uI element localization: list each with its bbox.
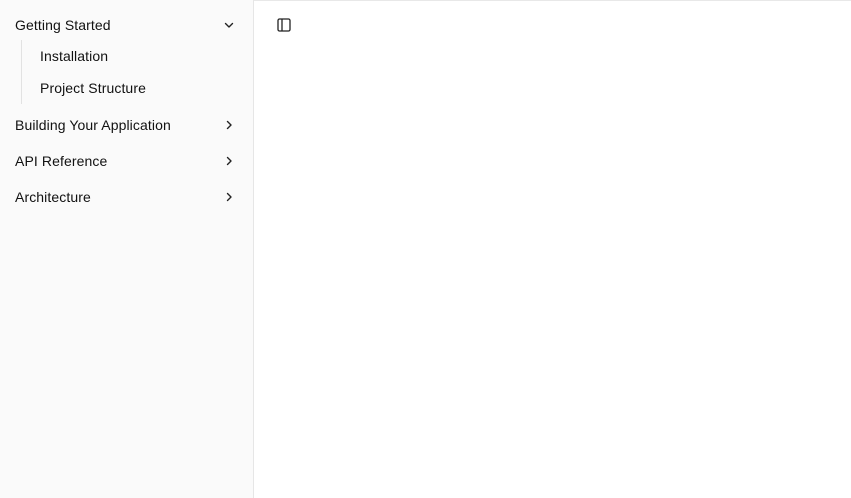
nav-section-label: Getting Started xyxy=(15,17,111,33)
nav-section-architecture[interactable]: Architecture xyxy=(15,185,239,209)
nav-item-project-structure[interactable]: Project Structure xyxy=(40,76,146,100)
nav-section-api-reference[interactable]: API Reference xyxy=(15,149,239,173)
nav-section-label: API Reference xyxy=(15,153,108,169)
main-content xyxy=(254,0,851,498)
chevron-right-icon xyxy=(222,118,236,132)
chevron-right-icon xyxy=(222,154,236,168)
nav-section-getting-started[interactable]: Getting Started xyxy=(15,13,239,37)
nav-item-installation[interactable]: Installation xyxy=(40,44,108,68)
nav-section-label: Building Your Application xyxy=(15,117,171,133)
nav-section-label: Architecture xyxy=(15,189,91,205)
chevron-right-icon xyxy=(222,190,236,204)
sidebar-toggle-icon xyxy=(276,17,292,33)
nav-section-building-your-application[interactable]: Building Your Application xyxy=(15,113,239,137)
chevron-down-icon xyxy=(222,18,236,32)
sidebar-toggle-button[interactable] xyxy=(275,16,293,34)
nav-subgroup-getting-started: Installation Project Structure xyxy=(21,40,222,104)
sidebar: Getting Started Installation Project Str… xyxy=(0,0,254,498)
app-window: Getting Started Installation Project Str… xyxy=(0,0,851,498)
